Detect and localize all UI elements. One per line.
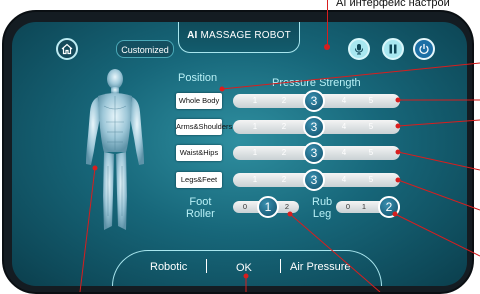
leader-lines-svg <box>79 62 480 292</box>
